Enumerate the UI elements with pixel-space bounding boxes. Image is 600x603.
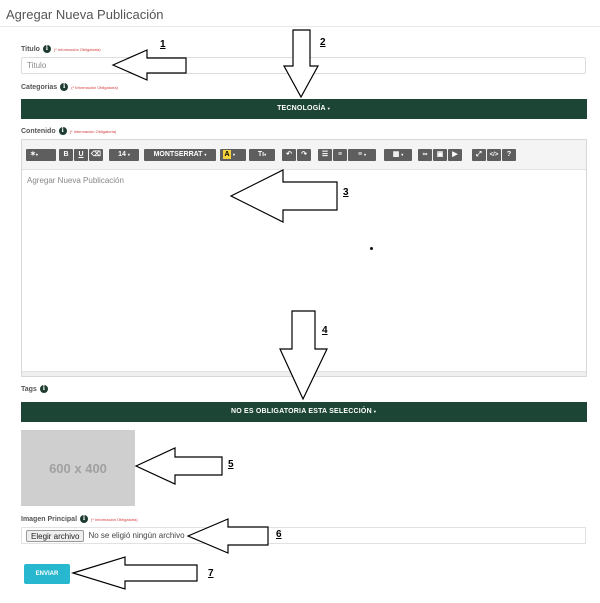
- annotation-number: 1: [160, 39, 166, 50]
- left-arrow-icon: [229, 169, 338, 223]
- annotation-number: 3: [343, 187, 349, 198]
- annotation-number: 2: [320, 37, 326, 48]
- annotation-number: 4: [322, 325, 328, 336]
- annotation-number: 6: [276, 529, 282, 540]
- left-arrow-icon: [134, 447, 223, 485]
- annotation-arrows: [70, 29, 338, 590]
- annotation-number: 5: [228, 459, 234, 470]
- annotation-number: 7: [208, 568, 214, 579]
- left-arrow-icon: [70, 556, 198, 590]
- down-arrow-icon: [282, 29, 320, 99]
- left-arrow-icon: [111, 49, 187, 81]
- down-arrow-icon: [279, 310, 328, 401]
- left-arrow-icon: [186, 518, 269, 554]
